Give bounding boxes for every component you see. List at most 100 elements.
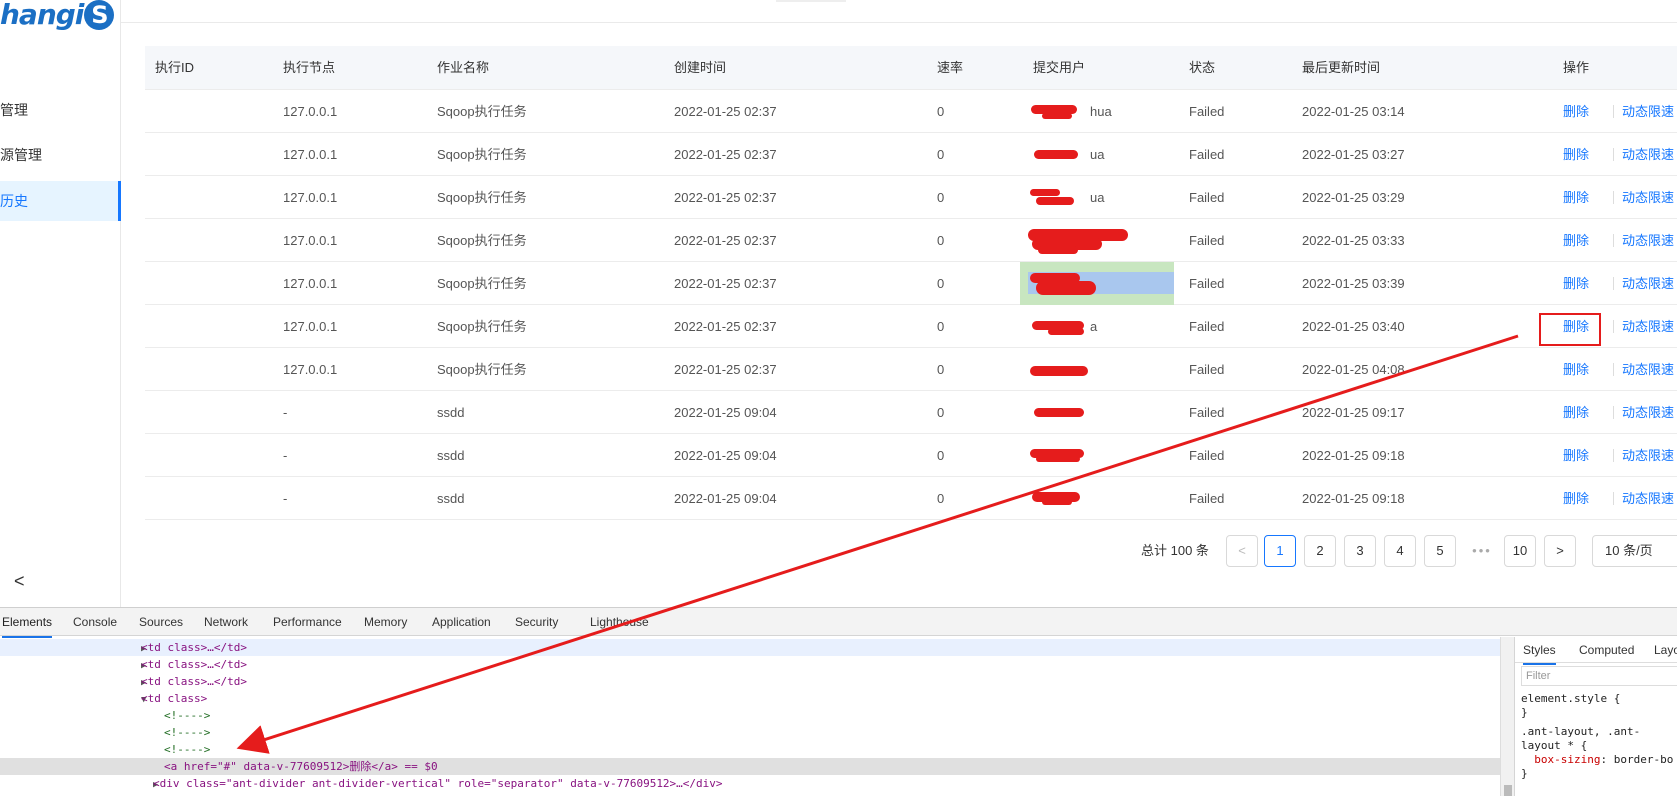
tab-elements[interactable]: Elements bbox=[2, 608, 53, 638]
action-divider bbox=[1613, 449, 1614, 462]
pagination-next-button[interactable]: > bbox=[1544, 535, 1576, 567]
delete-link[interactable]: 删除 bbox=[1563, 348, 1589, 391]
table-row[interactable]: 127.0.0.1 Sqoop执行任务 2022-01-25 02:37 0 Faile… bbox=[145, 262, 1677, 305]
pagination-page-1[interactable]: 1 bbox=[1264, 535, 1296, 567]
pagination-prev-button[interactable]: < bbox=[1226, 535, 1258, 567]
table-row[interactable]: 127.0.0.1 Sqoop执行任务 2022-01-25 02:37 0 a Fail… bbox=[145, 305, 1677, 348]
app-logo[interactable]: hangi S bbox=[0, 0, 115, 30]
table-row[interactable]: 127.0.0.1 Sqoop执行任务 2022-01-25 02:37 0 ua Fai… bbox=[145, 133, 1677, 176]
sidebar: hangi S 管理 源管理 历史 < bbox=[0, 0, 121, 607]
css-rule-element-style[interactable]: element.style { } bbox=[1521, 692, 1620, 720]
sidebar-item-history[interactable]: 历史 bbox=[0, 181, 121, 221]
throttle-link[interactable]: 动态限速 bbox=[1622, 391, 1674, 434]
page-size-select[interactable]: 10 条/页 bbox=[1592, 535, 1677, 567]
delete-link[interactable]: 删除 bbox=[1563, 219, 1589, 262]
pagination-page-2[interactable]: 2 bbox=[1304, 535, 1336, 567]
column-header: 速率 bbox=[937, 60, 964, 75]
delete-link[interactable]: 删除 bbox=[1563, 133, 1589, 176]
throttle-link[interactable]: 动态限速 bbox=[1622, 219, 1674, 262]
devtools-tab-bar: Elements Console Sources Network Perform… bbox=[0, 608, 1677, 638]
delete-link[interactable]: 删除 bbox=[1563, 176, 1589, 219]
styles-pane: Styles Computed Layo Filter element.styl… bbox=[1514, 637, 1677, 796]
throttle-link[interactable]: 动态限速 bbox=[1622, 262, 1674, 305]
throttle-link[interactable]: 动态限速 bbox=[1622, 176, 1674, 219]
action-divider bbox=[1613, 277, 1614, 290]
dom-node-td-open[interactable]: ▼<td class> bbox=[0, 690, 1500, 707]
tab-network[interactable]: Network bbox=[204, 608, 248, 636]
dom-node-td[interactable]: ▶<td class>…</td> bbox=[0, 639, 1500, 656]
tab-application[interactable]: Application bbox=[432, 608, 491, 636]
throttle-link[interactable]: 动态限速 bbox=[1622, 434, 1674, 477]
pagination-page-3[interactable]: 3 bbox=[1344, 535, 1376, 567]
cell-status: Failed bbox=[1189, 276, 1225, 291]
cell-node: 127.0.0.1 bbox=[283, 147, 338, 162]
column-header: 状态 bbox=[1189, 60, 1216, 75]
dom-tree[interactable]: ▶<td class>…</td> ▶<td class>…</td> ▶<td… bbox=[0, 637, 1500, 796]
sidebar-item-datasource[interactable]: 源管理 bbox=[0, 135, 121, 175]
tab-sources[interactable]: Sources bbox=[139, 608, 183, 636]
cell-node: - bbox=[283, 448, 288, 463]
throttle-link[interactable]: 动态限速 bbox=[1622, 305, 1674, 348]
css-rule-ant-layout[interactable]: .ant-layout, .ant- layout * { box-sizing… bbox=[1521, 725, 1673, 781]
cell-status: Failed bbox=[1189, 405, 1225, 420]
redacted-user: ua bbox=[1028, 189, 1108, 207]
tab-security[interactable]: Security bbox=[515, 608, 558, 636]
throttle-link[interactable]: 动态限速 bbox=[1622, 90, 1674, 133]
sidebar-item-manage[interactable]: 管理 bbox=[0, 90, 121, 130]
cell-updated-time: 2022-01-25 03:40 bbox=[1302, 319, 1405, 334]
tab-memory[interactable]: Memory bbox=[364, 608, 407, 636]
table-row[interactable]: - ssdd 2022-01-25 09:04 0 Failed 2022-01-25 0… bbox=[145, 434, 1677, 477]
pagination-total: 总计 100 条 bbox=[1141, 543, 1209, 558]
dom-comment[interactable]: <!----> bbox=[0, 741, 1500, 758]
dom-comment[interactable]: <!----> bbox=[0, 724, 1500, 741]
table-row[interactable]: 127.0.0.1 Sqoop执行任务 2022-01-25 02:37 0 Faile… bbox=[145, 219, 1677, 262]
tab-console[interactable]: Console bbox=[73, 608, 117, 636]
delete-link[interactable]: 删除 bbox=[1563, 391, 1589, 434]
pagination-page-last[interactable]: 10 bbox=[1504, 535, 1536, 567]
tab-lighthouse[interactable]: Lighthouse bbox=[590, 608, 649, 636]
cell-job-name: Sqoop执行任务 bbox=[437, 319, 527, 334]
collapse-sidebar-icon[interactable]: < bbox=[14, 571, 25, 592]
header-divider bbox=[776, 0, 846, 2]
pagination-page-5[interactable]: 5 bbox=[1424, 535, 1456, 567]
dom-scrollbar[interactable] bbox=[1500, 637, 1514, 796]
cell-created-time: 2022-01-25 02:37 bbox=[674, 362, 777, 377]
table-row[interactable]: 127.0.0.1 Sqoop执行任务 2022-01-25 02:37 0 hua Fa… bbox=[145, 90, 1677, 133]
throttle-link[interactable]: 动态限速 bbox=[1622, 133, 1674, 176]
cell-node: 127.0.0.1 bbox=[283, 104, 338, 119]
pagination-ellipsis[interactable]: ••• bbox=[1466, 535, 1498, 567]
dom-node-td[interactable]: ▶<td class>…</td> bbox=[0, 673, 1500, 690]
dom-node-anchor-selected[interactable]: <a href="#" data-v-77609512>删除</a> == $0 bbox=[0, 758, 1500, 775]
delete-link[interactable]: 删除 bbox=[1563, 90, 1589, 133]
cell-updated-time: 2022-01-25 03:14 bbox=[1302, 104, 1405, 119]
scrollbar-thumb[interactable] bbox=[1504, 785, 1512, 796]
delete-link[interactable]: 删除 bbox=[1563, 434, 1589, 477]
cell-updated-time: 2022-01-25 03:29 bbox=[1302, 190, 1405, 205]
delete-link[interactable]: 删除 bbox=[1563, 262, 1589, 305]
cell-node: - bbox=[283, 405, 288, 420]
tab-performance[interactable]: Performance bbox=[273, 608, 342, 636]
dom-comment[interactable]: <!----> bbox=[0, 707, 1500, 724]
delete-link[interactable]: 删除 bbox=[1563, 477, 1589, 520]
table-row[interactable]: 127.0.0.1 Sqoop执行任务 2022-01-25 02:37 0 ua Fai… bbox=[145, 176, 1677, 219]
annotation-highlight-box bbox=[1539, 313, 1601, 346]
tab-styles[interactable]: Styles bbox=[1523, 637, 1556, 665]
table-row[interactable]: - ssdd 2022-01-25 09:04 0 Failed 2022-01-25 0… bbox=[145, 391, 1677, 434]
cell-rate: 0 bbox=[937, 362, 945, 377]
table-body: 127.0.0.1 Sqoop执行任务 2022-01-25 02:37 0 hua Fa… bbox=[145, 90, 1677, 520]
throttle-link[interactable]: 动态限速 bbox=[1622, 477, 1674, 520]
tab-layout[interactable]: Layo bbox=[1654, 637, 1677, 663]
cell-updated-time: 2022-01-25 03:33 bbox=[1302, 233, 1405, 248]
styles-filter-input[interactable]: Filter bbox=[1521, 666, 1677, 686]
cell-rate: 0 bbox=[937, 448, 945, 463]
cell-updated-time: 2022-01-25 04:08 bbox=[1302, 362, 1405, 377]
dom-node-divider[interactable]: ▶<div class="ant-divider ant-divider-ver… bbox=[0, 775, 1500, 792]
cell-status: Failed bbox=[1189, 147, 1225, 162]
table-row[interactable]: - ssdd 2022-01-25 09:04 0 Failed 2022-01-25 0… bbox=[145, 477, 1677, 520]
dom-node-td[interactable]: ▶<td class>…</td> bbox=[0, 656, 1500, 673]
column-header: 执行ID bbox=[155, 60, 195, 75]
tab-computed[interactable]: Computed bbox=[1579, 637, 1634, 663]
pagination-page-4[interactable]: 4 bbox=[1384, 535, 1416, 567]
throttle-link[interactable]: 动态限速 bbox=[1622, 348, 1674, 391]
table-row[interactable]: 127.0.0.1 Sqoop执行任务 2022-01-25 02:37 0 Faile… bbox=[145, 348, 1677, 391]
